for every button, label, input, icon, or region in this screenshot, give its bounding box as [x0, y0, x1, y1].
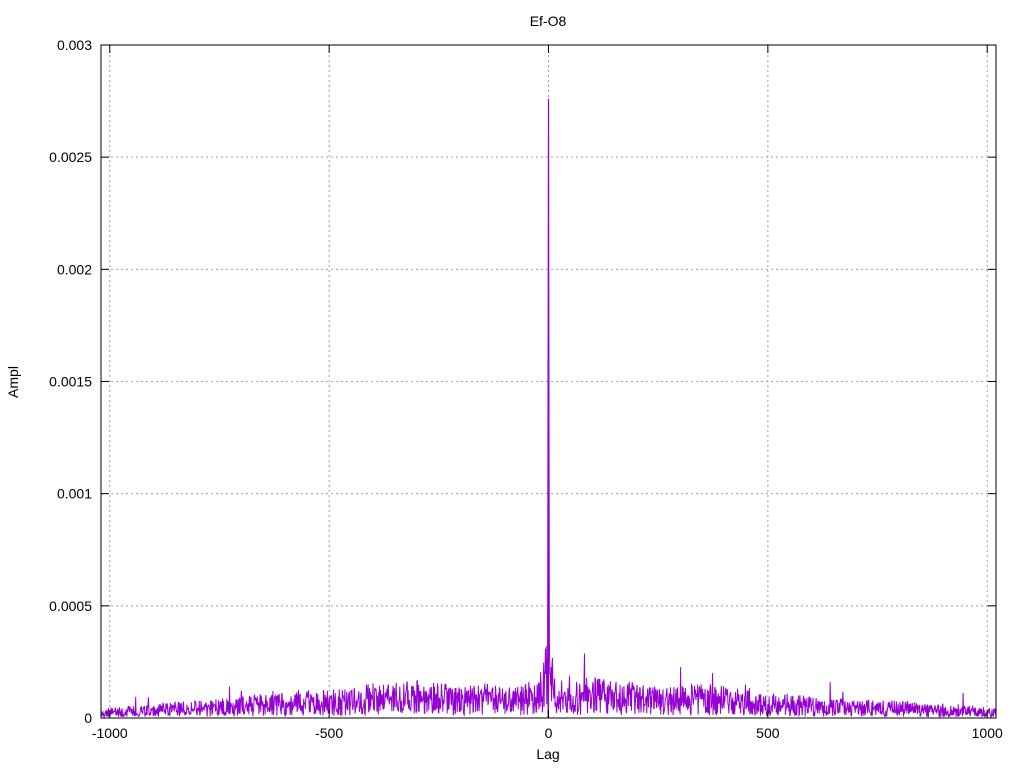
y-tick-label: 0.003 — [57, 37, 92, 53]
x-tick-label: 500 — [756, 725, 780, 741]
y-tick-label: 0.002 — [57, 261, 92, 277]
x-axis-label: Lag — [536, 746, 559, 762]
x-tick-label: -1000 — [92, 725, 128, 741]
y-axis-label: Ampl — [5, 366, 21, 398]
y-tick-label: 0.0005 — [49, 598, 92, 614]
lag-amplitude-chart: 0 0.0005 0.001 0.0015 0.002 0.0025 0.003 -1000 -… — [5, 13, 1003, 762]
x-tick-label: 1000 — [972, 725, 1003, 741]
tick-layer: 0 0.0005 0.001 0.0015 0.002 0.0025 0.003 -1000 -… — [49, 37, 1003, 741]
x-tick-label: 0 — [545, 725, 553, 741]
chart-container: 0 0.0005 0.001 0.0015 0.002 0.0025 0.003 -1000 -… — [0, 0, 1024, 768]
x-tick-label: -500 — [315, 725, 343, 741]
y-tick-label: 0 — [84, 710, 92, 726]
plot-layer — [100, 98, 997, 720]
chart-title: Ef-O8 — [530, 13, 567, 29]
y-tick-label: 0.0025 — [49, 149, 92, 165]
y-tick-label: 0.0015 — [49, 374, 92, 390]
y-tick-label: 0.001 — [57, 486, 92, 502]
